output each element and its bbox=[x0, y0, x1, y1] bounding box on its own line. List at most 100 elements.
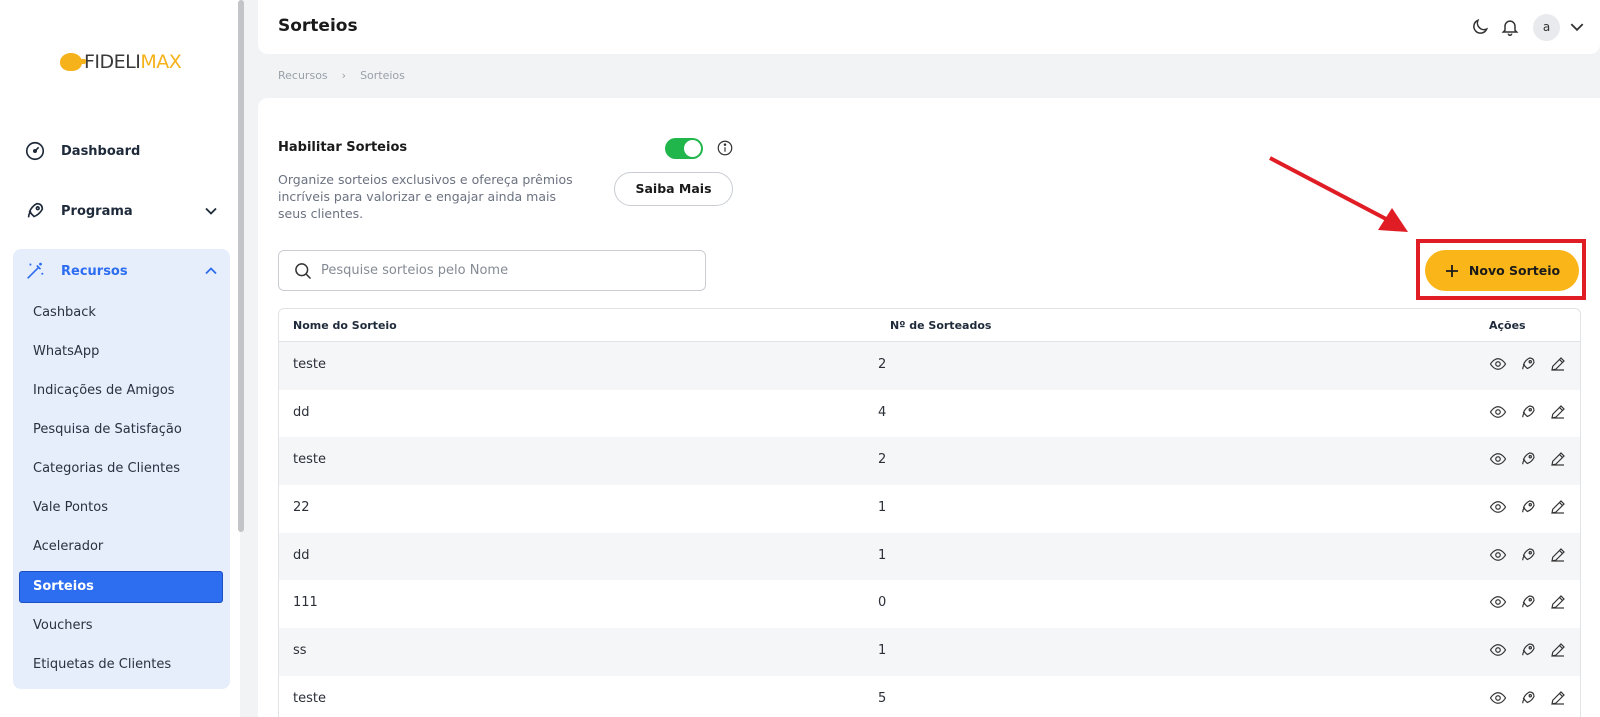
eye-icon[interactable] bbox=[1489, 403, 1507, 421]
eye-icon[interactable] bbox=[1489, 689, 1507, 707]
cell-name: teste bbox=[293, 452, 326, 468]
sidebar-subitem-vouchers[interactable]: Vouchers bbox=[33, 616, 93, 636]
bell-icon[interactable] bbox=[1500, 17, 1520, 37]
chevron-up-icon[interactable] bbox=[204, 264, 218, 278]
pencil-icon[interactable] bbox=[1549, 593, 1567, 611]
cell-count: 5 bbox=[878, 690, 887, 706]
table-row: 22 1 bbox=[279, 485, 1580, 533]
table-body: teste 2 dd 4 teste 2 22 1 dd 1 111 0 ss 1 teste 5 bbox=[279, 342, 1580, 717]
enable-sorteios-toggle[interactable] bbox=[665, 138, 703, 159]
sidebar-subitem-categorias[interactable]: Categorias de Clientes bbox=[33, 459, 180, 479]
sorteios-description: Organize sorteios exclusivos e ofereça p… bbox=[278, 172, 573, 221]
eye-icon[interactable] bbox=[1489, 546, 1507, 564]
eye-icon[interactable] bbox=[1489, 498, 1507, 516]
sidebar-subitem-cashback[interactable]: Cashback bbox=[33, 303, 96, 323]
cell-count: 2 bbox=[878, 452, 887, 468]
chevron-down-icon[interactable] bbox=[1569, 19, 1585, 35]
rocket-icon[interactable] bbox=[1519, 546, 1537, 564]
cell-name: ss bbox=[293, 643, 307, 659]
sidebar-item-recursos[interactable]: Recursos bbox=[24, 257, 128, 285]
moon-icon[interactable] bbox=[1470, 17, 1490, 37]
sidebar-item-programa[interactable]: Programa bbox=[24, 197, 133, 225]
table-row: 111 0 bbox=[279, 580, 1580, 628]
logo-text-part2: MAX bbox=[140, 51, 182, 73]
cell-name: teste bbox=[293, 690, 326, 706]
table-row: dd 4 bbox=[279, 390, 1580, 438]
plus-icon bbox=[1445, 264, 1458, 277]
red-arrow-annotation bbox=[1269, 156, 1408, 232]
eye-icon[interactable] bbox=[1489, 450, 1507, 468]
chevron-right-icon: › bbox=[341, 69, 347, 82]
rocket-icon[interactable] bbox=[1519, 450, 1537, 468]
row-actions bbox=[1489, 498, 1567, 516]
sidebar-subitem-indicacoes[interactable]: Indicações de Amigos bbox=[33, 381, 175, 401]
search-box[interactable] bbox=[278, 250, 706, 291]
column-header-actions: Ações bbox=[1489, 319, 1526, 332]
rocket-icon[interactable] bbox=[1519, 641, 1537, 659]
sidebar-item-label: Recursos bbox=[61, 263, 128, 279]
pencil-icon[interactable] bbox=[1549, 546, 1567, 564]
magic-wand-icon bbox=[27, 262, 44, 279]
pencil-icon[interactable] bbox=[1549, 689, 1567, 707]
rocket-icon[interactable] bbox=[1519, 498, 1537, 516]
chevron-down-icon[interactable] bbox=[204, 204, 218, 218]
row-actions bbox=[1489, 450, 1567, 468]
gauge-icon bbox=[25, 141, 45, 161]
new-sorteio-button[interactable]: Novo Sorteio bbox=[1425, 250, 1579, 291]
sidebar-subitem-acelerador[interactable]: Acelerador bbox=[33, 537, 103, 557]
search-icon bbox=[295, 262, 312, 279]
rocket-icon[interactable] bbox=[1519, 403, 1537, 421]
row-actions bbox=[1489, 641, 1567, 659]
sidebar-subitem-sorteios-label[interactable]: Sorteios bbox=[33, 577, 94, 597]
rocket-icon[interactable] bbox=[1519, 689, 1537, 707]
eye-icon[interactable] bbox=[1489, 641, 1507, 659]
search-input[interactable] bbox=[321, 263, 681, 278]
pencil-icon[interactable] bbox=[1549, 355, 1567, 373]
piggy-bank-icon bbox=[60, 53, 86, 71]
table-row: teste 5 bbox=[279, 676, 1580, 717]
top-header: Sorteios a bbox=[258, 0, 1600, 54]
cell-count: 1 bbox=[878, 500, 887, 516]
avatar[interactable]: a bbox=[1533, 14, 1560, 41]
column-header-count[interactable]: Nº de Sorteados bbox=[890, 319, 991, 332]
row-actions bbox=[1489, 689, 1567, 707]
table-row: dd 1 bbox=[279, 532, 1580, 581]
breadcrumb-item-sorteios: Sorteios bbox=[360, 69, 405, 82]
logo-text-part1: FIDELI bbox=[84, 51, 141, 73]
row-actions bbox=[1489, 593, 1567, 611]
table-row: teste 2 bbox=[279, 342, 1580, 390]
column-header-name[interactable]: Nome do Sorteio bbox=[293, 319, 397, 332]
pencil-icon[interactable] bbox=[1549, 450, 1567, 468]
sidebar-subitem-vale-pontos[interactable]: Vale Pontos bbox=[33, 498, 108, 518]
info-icon[interactable] bbox=[716, 139, 734, 157]
pencil-icon[interactable] bbox=[1549, 403, 1567, 421]
new-sorteio-label: Novo Sorteio bbox=[1468, 263, 1561, 278]
cell-name: dd bbox=[293, 404, 310, 420]
page-title: Sorteios bbox=[278, 16, 358, 36]
learn-more-button[interactable]: Saiba Mais bbox=[614, 172, 733, 206]
row-actions bbox=[1489, 403, 1567, 421]
rocket-icon bbox=[27, 202, 44, 218]
sidebar-subitem-etiquetas[interactable]: Etiquetas de Clientes bbox=[33, 655, 171, 675]
cell-name: dd bbox=[293, 547, 310, 563]
breadcrumb-item-recursos[interactable]: Recursos bbox=[278, 69, 328, 82]
cell-name: 111 bbox=[293, 595, 318, 611]
table-header: Nome do Sorteio Nº de Sorteados Ações bbox=[279, 309, 1580, 342]
table-row: ss 1 bbox=[279, 628, 1580, 676]
sidebar-item-label: Dashboard bbox=[61, 143, 141, 159]
cell-count: 2 bbox=[878, 357, 887, 372]
sidebar-subitem-whatsapp[interactable]: WhatsApp bbox=[33, 342, 99, 362]
rocket-icon[interactable] bbox=[1519, 593, 1537, 611]
logo[interactable]: FIDELIMAX bbox=[60, 50, 182, 74]
eye-icon[interactable] bbox=[1489, 593, 1507, 611]
pencil-icon[interactable] bbox=[1549, 498, 1567, 516]
row-actions bbox=[1489, 546, 1567, 564]
cell-count: 1 bbox=[878, 547, 887, 563]
sidebar-scrollbar[interactable] bbox=[238, 0, 244, 532]
sidebar-item-dashboard[interactable]: Dashboard bbox=[24, 137, 140, 165]
rocket-icon[interactable] bbox=[1519, 355, 1537, 373]
cell-count: 4 bbox=[878, 404, 887, 420]
pencil-icon[interactable] bbox=[1549, 641, 1567, 659]
eye-icon[interactable] bbox=[1489, 355, 1507, 373]
sidebar-subitem-pesquisa[interactable]: Pesquisa de Satisfação bbox=[33, 420, 182, 440]
